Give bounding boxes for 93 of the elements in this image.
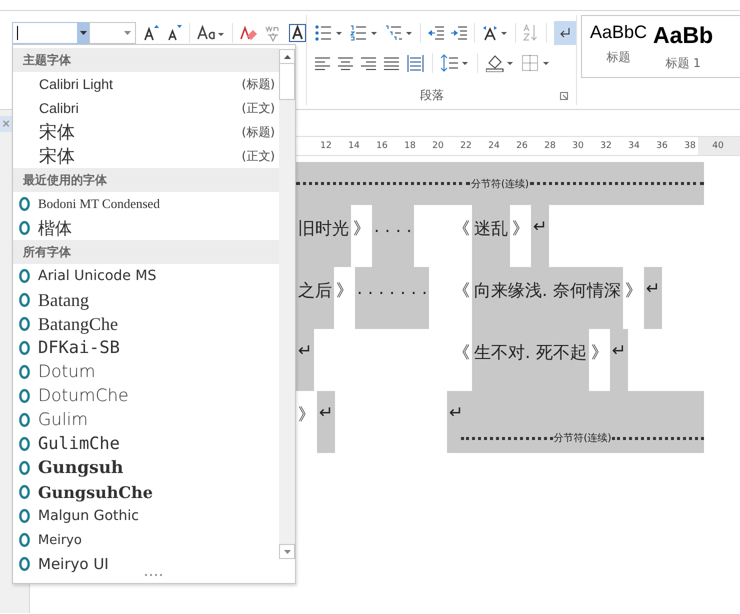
opentype-font-icon xyxy=(19,197,30,211)
font-item[interactable]: Gungsuh xyxy=(13,456,279,480)
opentype-font-icon xyxy=(19,533,30,547)
clear-formatting-icon[interactable] xyxy=(240,25,257,41)
opentype-font-icon xyxy=(19,389,30,403)
document-text: 《 xyxy=(452,342,471,365)
font-item[interactable]: Calibri Light (标题) xyxy=(13,72,279,96)
scroll-up-icon[interactable] xyxy=(284,54,290,58)
opentype-font-icon xyxy=(19,221,30,235)
opentype-font-icon xyxy=(19,317,30,331)
document-text: 《 xyxy=(452,218,471,241)
align-center-icon[interactable] xyxy=(338,56,353,70)
increase-indent-icon[interactable] xyxy=(451,26,467,40)
opentype-font-icon xyxy=(19,269,30,283)
style-item[interactable]: AaBb 标题 1 xyxy=(653,22,714,77)
document-text: ↵ xyxy=(448,402,464,423)
opentype-font-icon xyxy=(19,509,30,523)
document-text: ↵ xyxy=(296,329,314,391)
grow-font-icon[interactable] xyxy=(143,24,159,42)
font-item[interactable]: DFKai-SB xyxy=(13,336,279,360)
line-spacing-icon[interactable] xyxy=(441,54,469,72)
opentype-font-icon xyxy=(19,485,30,499)
opentype-font-icon xyxy=(19,365,30,379)
font-item[interactable]: 楷体 xyxy=(13,216,279,240)
scrollbar[interactable] xyxy=(279,49,295,559)
document-text: ↵ xyxy=(531,205,550,267)
document-text: 旧时光 xyxy=(296,205,351,267)
show-marks-button[interactable] xyxy=(554,21,576,45)
change-case-icon[interactable] xyxy=(197,25,225,41)
scroll-thumb[interactable] xyxy=(279,64,295,100)
document-text: 》 xyxy=(590,342,609,365)
font-item[interactable]: GulimChe xyxy=(13,432,279,456)
shrink-font-icon[interactable] xyxy=(166,24,182,42)
font-item[interactable]: Batang xyxy=(13,288,279,312)
bullet-list-icon[interactable] xyxy=(315,25,343,41)
document-text: ↵ xyxy=(317,391,336,453)
caret-icon xyxy=(124,31,131,35)
document-text: 《 xyxy=(452,280,471,303)
font-item[interactable]: BatangChe xyxy=(13,312,279,336)
distributed-icon[interactable] xyxy=(407,54,424,72)
font-name-dropdown-button[interactable] xyxy=(78,22,89,44)
numbered-list-icon[interactable] xyxy=(350,25,378,41)
document-text: ↵ xyxy=(644,267,662,329)
font-item[interactable]: Malgun Gothic xyxy=(13,504,279,528)
font-item[interactable]: Bodoni MT Condensed xyxy=(13,192,279,216)
character-border-icon[interactable] xyxy=(289,24,306,42)
document-text: ↵ xyxy=(610,329,628,391)
font-item[interactable]: Gulim xyxy=(13,408,279,432)
font-name-field[interactable] xyxy=(12,22,78,44)
document-text: 生不对. 死不起 xyxy=(472,329,589,391)
scroll-down-icon[interactable] xyxy=(284,550,290,554)
decrease-indent-icon[interactable] xyxy=(428,26,444,40)
dialog-launcher-icon[interactable] xyxy=(560,92,568,100)
align-left-icon[interactable] xyxy=(315,56,330,70)
caret-icon xyxy=(80,31,88,35)
opentype-font-icon xyxy=(19,557,30,571)
justify-icon[interactable] xyxy=(384,56,399,70)
group-label: 段落 xyxy=(420,87,444,104)
section-header: 所有字体 xyxy=(13,240,279,264)
document-text: . . . . xyxy=(372,205,414,267)
font-item[interactable]: GungsuhChe xyxy=(13,480,279,504)
font-item[interactable]: Arial Unicode MS xyxy=(13,264,279,288)
resize-grip-icon[interactable] xyxy=(145,574,163,577)
style-item[interactable]: AaBbC 标题 xyxy=(590,22,648,77)
opentype-font-icon xyxy=(19,341,30,355)
document-text: 》 xyxy=(624,280,643,303)
section-header: 主题字体 xyxy=(13,48,279,72)
opentype-font-icon xyxy=(19,437,30,451)
font-item[interactable]: Dotum xyxy=(13,360,279,384)
font-size-field[interactable] xyxy=(89,22,136,44)
font-item[interactable]: Meiryo xyxy=(13,528,279,552)
document-text: 》 xyxy=(511,218,530,241)
font-item[interactable]: DotumChe xyxy=(13,384,279,408)
paragraph-mark-icon xyxy=(559,27,571,39)
opentype-font-icon xyxy=(19,293,30,307)
document-text: 》 xyxy=(297,404,316,427)
align-right-icon[interactable] xyxy=(361,56,376,70)
document-text: 》 xyxy=(352,218,371,241)
text-direction-icon[interactable] xyxy=(482,25,508,41)
document-text: . . . . . . . xyxy=(355,267,430,329)
opentype-font-icon xyxy=(19,413,30,427)
document-text: 向来缘浅. 奈何情深 xyxy=(472,267,623,329)
section-header: 最近使用的字体 xyxy=(13,168,279,192)
font-item[interactable]: Calibri (正文) xyxy=(13,96,279,120)
multilevel-list-icon[interactable] xyxy=(385,25,413,41)
shading-icon[interactable] xyxy=(486,54,514,72)
section-break: 分节符(连续) xyxy=(296,162,704,205)
borders-icon[interactable] xyxy=(522,55,550,71)
document-text: 迷乱 xyxy=(472,205,510,267)
font-item[interactable]: Meiryo UI xyxy=(13,552,279,576)
opentype-font-icon xyxy=(19,461,30,475)
document-text: 之后 xyxy=(296,267,334,329)
document-text: 》 xyxy=(335,280,354,303)
